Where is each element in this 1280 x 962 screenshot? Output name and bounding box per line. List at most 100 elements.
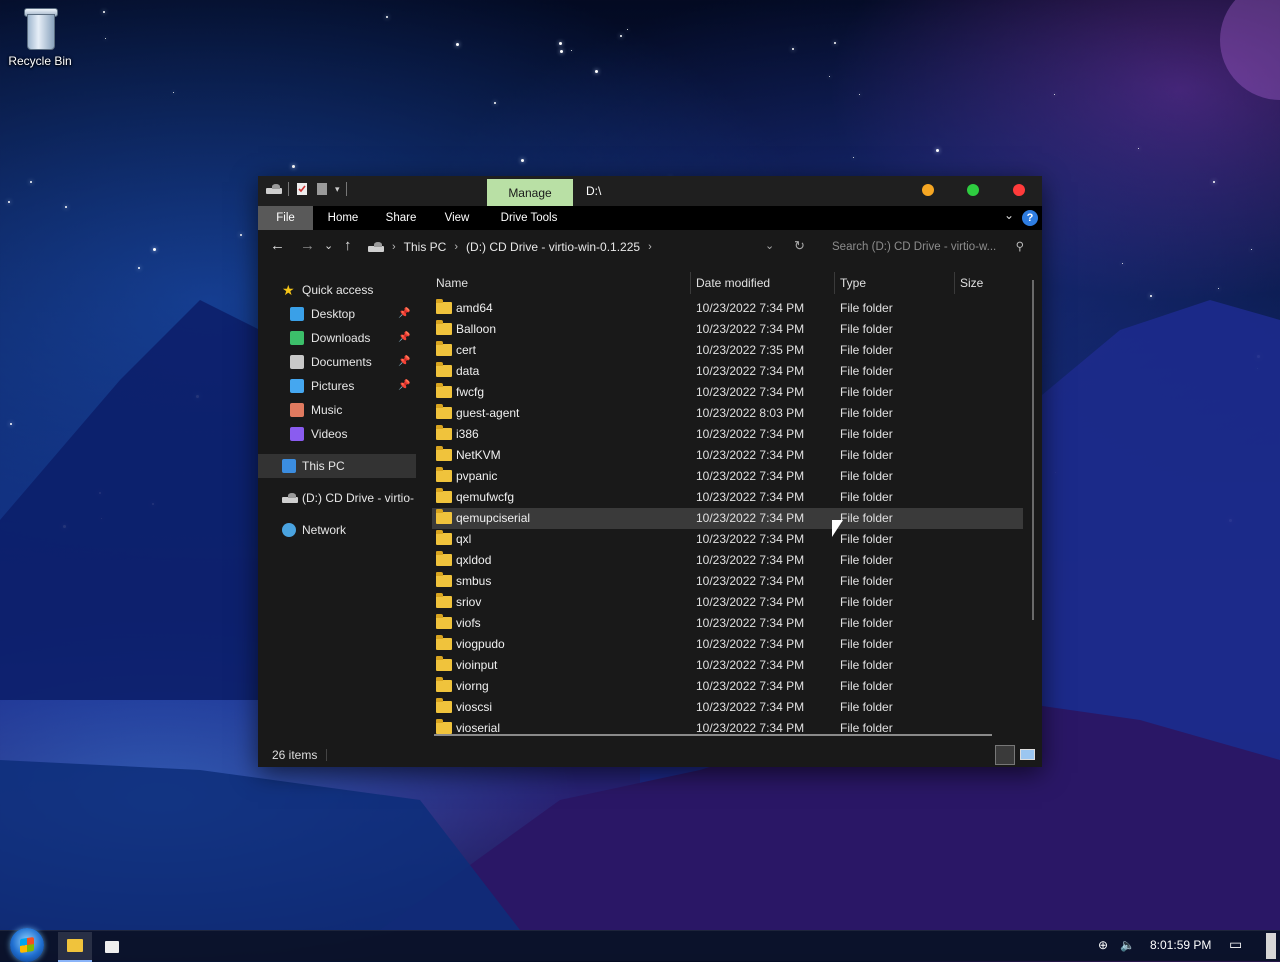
close-button[interactable] — [1013, 184, 1025, 196]
file-row[interactable]: data 10/23/2022 7:34 PM File folder — [432, 361, 1023, 382]
column-header-date[interactable]: Date modified — [696, 268, 770, 298]
sort-ascending-icon: ^ — [554, 268, 559, 273]
star — [1257, 355, 1260, 358]
language-icon[interactable]: ⊕ — [1098, 938, 1108, 952]
tab-file[interactable]: File — [258, 206, 313, 230]
file-row[interactable]: qemufwcfg 10/23/2022 7:34 PM File folder — [432, 487, 1023, 508]
vertical-scrollbar[interactable] — [1032, 280, 1034, 620]
help-icon[interactable]: ? — [1022, 210, 1038, 226]
file-row[interactable]: vioinput 10/23/2022 7:34 PM File folder — [432, 655, 1023, 676]
chevron-right-icon[interactable]: › — [392, 241, 396, 253]
file-type: File folder — [840, 490, 893, 504]
tab-view[interactable]: View — [434, 206, 480, 230]
folder-icon — [436, 467, 452, 482]
back-arrow-icon[interactable]: ← — [270, 238, 285, 254]
nav-item-desktop[interactable]: Desktop 📌 — [258, 302, 416, 326]
tab-share[interactable]: Share — [376, 206, 426, 230]
status-divider — [326, 749, 327, 761]
breadcrumb-cd-drive[interactable]: (D:) CD Drive - virtio-win-0.1.225 — [466, 240, 640, 254]
refresh-icon[interactable]: ↻ — [794, 238, 805, 254]
file-row[interactable]: amd64 10/23/2022 7:34 PM File folder — [432, 298, 1023, 319]
nav-cd-drive[interactable]: (D:) CD Drive - virtio- — [258, 486, 416, 510]
file-date: 10/23/2022 7:34 PM — [696, 574, 805, 588]
star — [620, 35, 622, 37]
file-row[interactable]: smbus 10/23/2022 7:34 PM File folder — [432, 571, 1023, 592]
properties-icon[interactable] — [295, 182, 309, 196]
file-type: File folder — [840, 511, 893, 525]
nav-item-downloads[interactable]: Downloads 📌 — [258, 326, 416, 350]
up-arrow-icon[interactable]: ↑ — [344, 238, 352, 254]
star — [1122, 263, 1123, 264]
nav-item-label: Videos — [311, 427, 348, 441]
file-type: File folder — [840, 658, 893, 672]
documents-icon — [290, 355, 304, 369]
new-folder-icon[interactable] — [315, 182, 329, 196]
volume-muted-icon[interactable]: 🔈 — [1120, 938, 1135, 952]
nav-network[interactable]: Network — [258, 518, 416, 542]
file-row[interactable]: NetKVM 10/23/2022 7:34 PM File folder — [432, 445, 1023, 466]
chevron-right-icon[interactable]: › — [648, 241, 652, 253]
nav-network-label: Network — [302, 523, 347, 537]
notifications-icon[interactable]: ▭ — [1229, 936, 1242, 953]
customize-qat-icon[interactable]: ▾ — [335, 184, 340, 195]
expand-ribbon-icon[interactable]: ⌄ — [1004, 208, 1014, 222]
file-explorer-window: ▾ Manage D:\ File Home Share View Drive … — [258, 176, 1042, 767]
search-input[interactable]: Search (D:) CD Drive - virtio-w... ⚲ — [832, 237, 1024, 257]
column-header-name[interactable]: Name — [436, 268, 468, 298]
column-header-type[interactable]: Type — [840, 268, 866, 298]
taskbar-store[interactable] — [100, 932, 124, 960]
taskbar-file-explorer[interactable] — [58, 932, 92, 962]
recent-locations-icon[interactable]: ⌄ — [324, 238, 333, 254]
file-row[interactable]: i386 10/23/2022 7:34 PM File folder — [432, 424, 1023, 445]
breadcrumb[interactable]: › This PC › (D:) CD Drive - virtio-win-0… — [368, 240, 652, 254]
file-row[interactable]: Balloon 10/23/2022 7:34 PM File folder — [432, 319, 1023, 340]
recycle-bin[interactable]: Recycle Bin — [6, 6, 74, 68]
tab-manage[interactable]: Manage — [487, 179, 573, 206]
file-row[interactable]: guest-agent 10/23/2022 8:03 PM File folder — [432, 403, 1023, 424]
file-row[interactable]: qemupciserial 10/23/2022 7:34 PM File fold… — [432, 508, 1023, 529]
file-row[interactable]: vioscsi 10/23/2022 7:34 PM File folder — [432, 697, 1023, 718]
minimize-button[interactable] — [922, 184, 934, 196]
forward-arrow-icon[interactable]: → — [300, 238, 315, 254]
nav-item-documents[interactable]: Documents 📌 — [258, 350, 416, 374]
title-bar[interactable]: ▾ Manage D:\ — [258, 176, 1042, 206]
column-divider[interactable] — [954, 272, 955, 294]
tab-drive-tools[interactable]: Drive Tools — [492, 206, 566, 230]
nav-quick-access[interactable]: ★ Quick access — [258, 278, 416, 302]
downloads-icon — [290, 331, 304, 345]
nav-item-label: Music — [311, 403, 343, 417]
nav-item-music[interactable]: Music — [258, 398, 416, 422]
breadcrumb-this-pc[interactable]: This PC — [404, 240, 447, 254]
file-row[interactable]: viogpudo 10/23/2022 7:34 PM File folder — [432, 634, 1023, 655]
details-view-icon[interactable] — [995, 745, 1015, 765]
large-icons-view-icon[interactable] — [1018, 745, 1036, 763]
horizontal-scrollbar[interactable] — [434, 734, 992, 736]
star — [936, 149, 939, 152]
star — [8, 201, 10, 203]
file-row[interactable]: viofs 10/23/2022 7:34 PM File folder — [432, 613, 1023, 634]
address-dropdown-icon[interactable]: ⌄ — [765, 238, 774, 254]
column-header-size[interactable]: Size — [960, 268, 983, 298]
file-name: viogpudo — [456, 637, 505, 651]
show-desktop-button[interactable] — [1266, 933, 1276, 959]
clock[interactable]: 8:01:59 PM — [1150, 938, 1211, 952]
file-date: 10/23/2022 7:34 PM — [696, 322, 805, 336]
file-date: 10/23/2022 8:03 PM — [696, 406, 805, 420]
file-row[interactable]: fwcfg 10/23/2022 7:34 PM File folder — [432, 382, 1023, 403]
file-row[interactable]: qxldod 10/23/2022 7:34 PM File folder — [432, 550, 1023, 571]
column-divider[interactable] — [834, 272, 835, 294]
nav-item-pictures[interactable]: Pictures 📌 — [258, 374, 416, 398]
column-divider[interactable] — [690, 272, 691, 294]
chevron-right-icon[interactable]: › — [454, 241, 458, 253]
file-row[interactable]: cert 10/23/2022 7:35 PM File folder — [432, 340, 1023, 361]
file-row[interactable]: sriov 10/23/2022 7:34 PM File folder — [432, 592, 1023, 613]
nav-item-videos[interactable]: Videos — [258, 422, 416, 446]
file-row[interactable]: qxl 10/23/2022 7:34 PM File folder — [432, 529, 1023, 550]
file-name: data — [456, 364, 480, 378]
file-row[interactable]: viorng 10/23/2022 7:34 PM File folder — [432, 676, 1023, 697]
tab-home[interactable]: Home — [318, 206, 368, 230]
maximize-button[interactable] — [967, 184, 979, 196]
start-button[interactable] — [10, 928, 44, 962]
file-row[interactable]: pvpanic 10/23/2022 7:34 PM File folder — [432, 466, 1023, 487]
nav-this-pc[interactable]: This PC — [258, 454, 416, 478]
